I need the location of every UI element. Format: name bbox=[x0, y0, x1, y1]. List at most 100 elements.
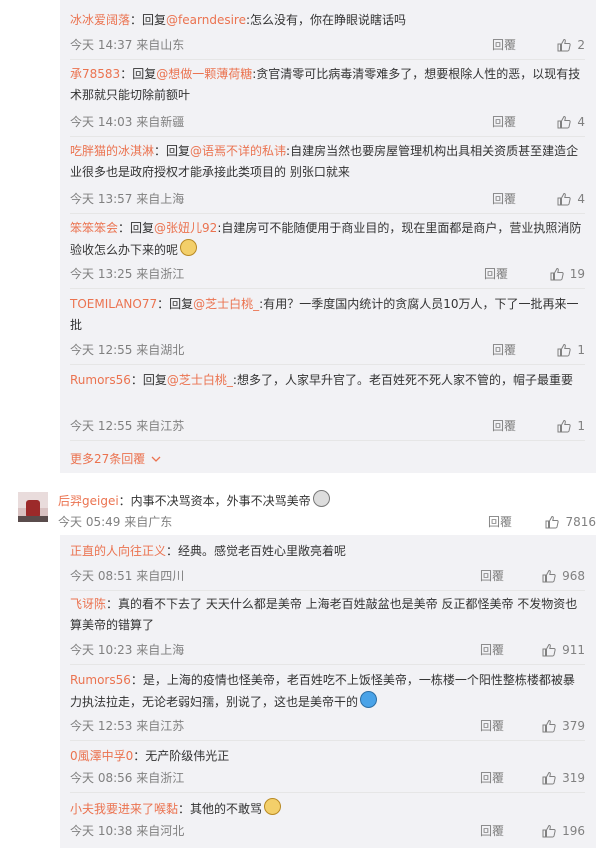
thumbs-up-icon bbox=[542, 719, 556, 733]
thumbs-up-icon bbox=[557, 192, 572, 206]
mention-link[interactable]: @fearndesire bbox=[166, 13, 246, 27]
commenter-name[interactable]: 后羿geigei bbox=[58, 494, 119, 508]
divider bbox=[70, 213, 585, 214]
reply-button[interactable]: 回覆 bbox=[480, 768, 504, 788]
mention-link[interactable]: @想做一颗薄荷糖 bbox=[156, 67, 252, 81]
main-comment: 后羿geigei：内事不决骂资本，外事不决骂美帝 今天 05:49 来自广东 回… bbox=[18, 485, 596, 529]
reply-time: 今天 14:03 来自新疆 bbox=[70, 115, 185, 129]
reply-author[interactable]: 0風澤中孚0 bbox=[70, 749, 133, 763]
thumbs-up-icon bbox=[545, 515, 560, 529]
divider bbox=[70, 364, 585, 365]
reply-author[interactable]: 飞讶陈 bbox=[70, 597, 106, 611]
reply-author[interactable]: Rumors56 bbox=[70, 373, 131, 387]
like-button[interactable]: 379 bbox=[542, 716, 585, 736]
reply-button[interactable]: 回覆 bbox=[492, 35, 516, 55]
reply-author[interactable]: 冰冰爱阔落 bbox=[70, 13, 130, 27]
divider bbox=[70, 59, 585, 60]
like-count: 911 bbox=[562, 643, 585, 657]
reply-text: :想多了，人家早升官了。老百姓死不死人家不管的，帽子最重要 bbox=[232, 373, 573, 387]
like-button[interactable]: 319 bbox=[542, 768, 585, 788]
reply-button[interactable]: 回覆 bbox=[492, 340, 516, 360]
reply-prefix: ：回复 bbox=[157, 297, 194, 311]
more-replies-link[interactable]: 更多27条回覆 bbox=[70, 450, 161, 467]
more-replies-label[interactable]: 更多27条回覆 bbox=[70, 450, 145, 467]
like-count: 4 bbox=[577, 192, 585, 206]
reply-time: 今天 14:37 来自山东 bbox=[70, 38, 185, 52]
emoji-icon bbox=[312, 490, 330, 507]
chevron-down-icon bbox=[151, 456, 161, 462]
mention-link[interactable]: @语焉不详的私讳 bbox=[190, 144, 286, 158]
divider bbox=[70, 288, 585, 289]
like-count: 968 bbox=[562, 569, 585, 583]
reply-time: 今天 08:51 来自四川 bbox=[70, 569, 185, 583]
mention-link[interactable]: @芝士白桃_ bbox=[193, 297, 259, 311]
reply-button[interactable]: 回覆 bbox=[492, 112, 516, 132]
like-button[interactable]: 1 bbox=[557, 340, 585, 360]
reply-button[interactable]: 回覆 bbox=[480, 566, 504, 586]
mention-link[interactable]: @张妞儿92 bbox=[154, 221, 217, 235]
divider bbox=[70, 440, 585, 441]
sub-reply: 正直的人向往正义：经典。感觉老百姓心里敞亮着呢今天 08:51 来自四川 回覆 96… bbox=[70, 541, 585, 583]
like-count: 1 bbox=[577, 419, 585, 433]
like-button[interactable]: 7816 bbox=[545, 512, 596, 532]
reply-button[interactable]: 回覆 bbox=[488, 512, 512, 532]
reply-author[interactable]: 吃胖猫的冰淇淋 bbox=[70, 144, 154, 158]
like-button[interactable]: 4 bbox=[557, 189, 585, 209]
reply-time: 今天 12:55 来自湖北 bbox=[70, 343, 185, 357]
sub-reply: Rumors56：是，上海的疫情也怪美帝，老百姓吃不上饭怪美帝，一栋楼一个阳性整… bbox=[70, 670, 585, 733]
reply-button[interactable]: 回覆 bbox=[484, 264, 508, 284]
like-count: 4 bbox=[577, 115, 585, 129]
thumbs-up-icon bbox=[550, 267, 564, 281]
like-button[interactable]: 4 bbox=[557, 112, 585, 132]
emoji-icon bbox=[264, 798, 282, 815]
thumbs-up-icon bbox=[542, 771, 556, 785]
like-button[interactable]: 911 bbox=[542, 640, 585, 660]
like-button[interactable]: 19 bbox=[550, 264, 585, 284]
sub-reply: 承78583：回复@想做一颗薄荷糖:贪官清零可比病毒清零难多了，想要根除人性的恶… bbox=[70, 64, 585, 129]
reply-text: ：是，上海的疫情也怪美帝，老百姓吃不上饭怪美帝，一栋楼一个阳性整栋楼都被暴力执法… bbox=[70, 673, 575, 709]
like-button[interactable]: 196 bbox=[542, 821, 585, 841]
reply-time: 今天 13:25 来自浙江 bbox=[70, 267, 185, 281]
thumbs-up-icon bbox=[557, 38, 572, 52]
sub-reply: TOEMILANO77：回复@芝士白桃_:有用？一季度国内统计的贪腐人员10万人… bbox=[70, 294, 585, 357]
reply-text: ：经典。感觉老百姓心里敞亮着呢 bbox=[166, 544, 347, 558]
like-button[interactable]: 968 bbox=[542, 566, 585, 586]
reply-prefix: ：回复 bbox=[120, 67, 157, 81]
reply-time: 今天 12:53 来自江苏 bbox=[70, 719, 185, 733]
comment-time: 今天 05:49 来自广东 bbox=[58, 515, 173, 529]
avatar[interactable] bbox=[18, 492, 48, 522]
thumbs-up-icon bbox=[542, 643, 556, 657]
divider bbox=[70, 136, 585, 137]
reply-prefix: ：回复 bbox=[118, 221, 155, 235]
reply-prefix: ：回复 bbox=[154, 144, 191, 158]
reply-author[interactable]: 小夫我要进来了喉黏 bbox=[70, 802, 178, 816]
like-count: 1 bbox=[577, 343, 585, 357]
like-count: 319 bbox=[562, 771, 585, 785]
reply-text: :怎么没有，你在睁眼说瞎话吗 bbox=[245, 13, 407, 27]
reply-prefix: ：回复 bbox=[130, 373, 167, 387]
mention-link[interactable]: @芝士白桃_ bbox=[167, 373, 233, 387]
reply-button[interactable]: 回覆 bbox=[480, 716, 504, 736]
sub-reply: 0風澤中孚0：无产阶级伟光正 今天 08:56 来自浙江 回覆 319 bbox=[70, 746, 585, 785]
divider bbox=[70, 792, 585, 793]
reply-author[interactable]: 笨笨笨会 bbox=[70, 221, 118, 235]
reply-button[interactable]: 回覆 bbox=[480, 640, 504, 660]
like-count: 2 bbox=[577, 38, 585, 52]
like-button[interactable]: 2 bbox=[557, 35, 585, 55]
reply-time: 今天 12:55 来自江苏 bbox=[70, 419, 185, 433]
reply-button[interactable]: 回覆 bbox=[492, 189, 516, 209]
divider bbox=[70, 740, 585, 741]
reply-button[interactable]: 回覆 bbox=[480, 821, 504, 841]
divider bbox=[70, 590, 585, 591]
reply-text: ：真的看不下去了 天天什么都是美帝 上海老百姓敲盆也是美帝 反正都怪美帝 不发物… bbox=[70, 597, 578, 632]
reply-author[interactable]: 正直的人向往正义 bbox=[70, 544, 166, 558]
emoji-icon bbox=[360, 691, 378, 708]
like-count: 7816 bbox=[565, 515, 596, 529]
reply-prefix: ：回复 bbox=[130, 13, 167, 27]
like-count: 379 bbox=[562, 719, 585, 733]
reply-author[interactable]: 承78583 bbox=[70, 67, 120, 81]
reply-button[interactable]: 回覆 bbox=[492, 416, 516, 436]
reply-author[interactable]: TOEMILANO77 bbox=[70, 297, 157, 311]
reply-author[interactable]: Rumors56 bbox=[70, 673, 131, 687]
like-button[interactable]: 1 bbox=[557, 416, 585, 436]
